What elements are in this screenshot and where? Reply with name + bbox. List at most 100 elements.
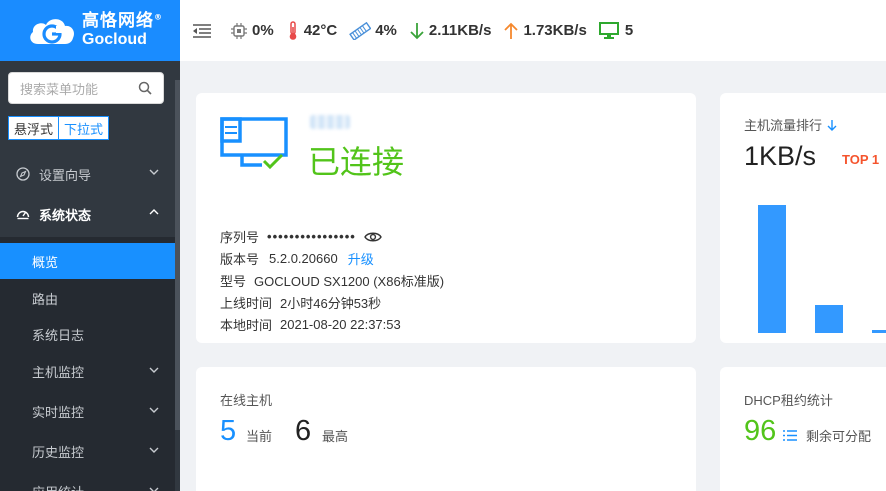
serial-label: 序列号 [220,230,260,245]
list-icon[interactable] [782,429,798,442]
mode-dropdown-button[interactable]: 下拉式 [59,116,110,140]
traffic-bar [815,305,843,333]
uptime-value: 2小时46分钟53秒 [280,296,382,311]
device-name-redacted [310,115,350,129]
compass-icon [16,167,30,181]
memory-value: 4% [375,22,397,39]
memory-icon [349,21,372,40]
connection-status: 已连接 [308,143,405,181]
sidebar-item-app-stats[interactable]: 应用统计 [0,473,175,491]
menu-fold-icon [193,23,211,38]
brand-logo[interactable]: 高恪网络® Gocloud [0,0,180,61]
device-connected-icon [220,117,288,170]
device-status-card: 已连接 序列号 •••••••••••••••• 版本号 5.2.0.20660… [196,93,696,343]
cpu-value: 0% [252,22,274,39]
max-hosts-value: 6 [295,415,312,447]
brand-name-cn: 高恪网络 [82,11,154,31]
traffic-bar [872,330,886,333]
thermometer-icon [289,20,296,40]
uptime-row: 上线时间 2小时46分钟53秒 [220,293,381,312]
cpu-icon [231,22,247,39]
monitor-icon [598,21,619,39]
version-row: 版本号 5.2.0.20660 升级 [220,249,374,268]
sidebar-item-routing[interactable]: 路由 [0,280,175,316]
brand-name-en: Gocloud [82,31,147,48]
uptime-label: 上线时间 [220,296,273,311]
download-value: 2.11KB/s [428,22,492,39]
traffic-title: 主机流量排行 [744,118,823,133]
memory-usage: 4% [349,21,397,40]
chevron-down-icon [149,169,159,175]
current-hosts-value: 5 [220,415,237,447]
chevron-up-icon [149,209,159,215]
online-hosts-card: 在线主机 5 当前 6 最高 [196,367,696,491]
trademark: ® [154,12,163,22]
max-hosts-label: 最高 [322,429,349,444]
temperature: 42°C [286,20,338,41]
system-status-submenu: 概览 路由 系统日志 主机监控 实时监控 历史监控 应用统计 [0,237,175,491]
top-status-bar: 0% 42°C 4% 2.11KB/s 1.73KB/s 5 [180,0,886,61]
sidebar-item-history-monitor[interactable]: 历史监控 [0,433,175,469]
dhcp-value: 96 [744,415,777,447]
sidebar-item-label: 路由 [32,291,59,307]
chevron-down-icon [149,487,159,491]
collapse-menu-button[interactable] [192,23,216,39]
nav-group-label: 系统状态 [39,207,92,223]
nav-group-label: 设置向导 [39,167,92,183]
sidebar-item-label: 系统日志 [32,327,85,343]
nav-group-system-status[interactable]: 系统状态 [0,194,175,234]
arrow-down-icon [410,22,424,39]
chevron-down-icon [149,367,159,373]
localtime-value: 2021-08-20 22:37:53 [280,317,401,332]
sidebar-item-label: 实时监控 [32,404,85,420]
traffic-bar [758,205,786,333]
chevron-down-icon [149,407,159,413]
sort-down-icon[interactable] [827,119,837,131]
arrow-up-icon [504,22,519,39]
traffic-ranking-card: 主机流量排行 1KB/s TOP 1 [720,93,886,343]
serial-row: 序列号 •••••••••••••••• [220,227,382,246]
search-placeholder: 搜索菜单功能 [20,81,99,97]
download-speed: 2.11KB/s [409,22,492,40]
sidebar-item-label: 主机监控 [32,364,85,380]
model-label: 型号 [220,274,247,289]
localtime-row: 本地时间 2021-08-20 22:37:53 [220,315,401,334]
sidebar: 搜索菜单功能 悬浮式 下拉式 设置向导 系统状态 概览 路由 系统日志 主机监控… [0,61,180,491]
dashboard-icon [16,210,30,220]
menu-search-input[interactable]: 搜索菜单功能 [8,72,164,104]
model-value: GOCLOUD SX1200 (X86标准版) [254,274,445,289]
menu-mode-toggle: 悬浮式 下拉式 [8,116,110,140]
cpu-usage: 0% [230,22,274,40]
sidebar-item-label: 历史监控 [32,444,85,460]
mode-float-button[interactable]: 悬浮式 [8,116,60,140]
sidebar-item-system-log[interactable]: 系统日志 [0,316,175,352]
sidebar-item-realtime-monitor[interactable]: 实时监控 [0,393,175,429]
current-hosts-label: 当前 [246,429,273,444]
dhcp-title: DHCP租约统计 [744,393,833,408]
hosts-value: 5 [624,22,634,39]
version-value: 5.2.0.20660 [269,251,338,266]
sidebar-item-overview[interactable]: 概览 [0,243,175,279]
temperature-value: 42°C [303,22,338,39]
sidebar-item-label: 应用统计 [32,482,84,491]
top-badge: TOP 1 [842,152,880,167]
sidebar-scrollbar[interactable] [175,80,180,430]
upgrade-link[interactable]: 升级 [348,249,374,268]
nav-group-setup-wizard[interactable]: 设置向导 [0,154,175,194]
serial-value: •••••••••••••••• [267,229,356,244]
localtime-label: 本地时间 [220,318,273,333]
dhcp-label: 剩余可分配 [806,429,872,444]
traffic-value: 1KB/s [744,141,817,171]
chevron-down-icon [149,447,159,453]
gocloud-logo-icon [26,14,78,48]
online-hosts-title: 在线主机 [220,393,273,408]
sidebar-item-label: 概览 [32,254,59,270]
eye-icon[interactable] [364,231,382,243]
traffic-title-row[interactable]: 主机流量排行 [744,115,837,134]
search-icon[interactable] [138,81,152,95]
model-row: 型号 GOCLOUD SX1200 (X86标准版) [220,271,444,290]
online-hosts-count[interactable]: 5 [598,21,634,40]
dhcp-lease-card: DHCP租约统计 96 剩余可分配 [720,367,886,491]
version-label: 版本号 [220,252,260,267]
sidebar-item-host-monitor[interactable]: 主机监控 [0,353,175,389]
